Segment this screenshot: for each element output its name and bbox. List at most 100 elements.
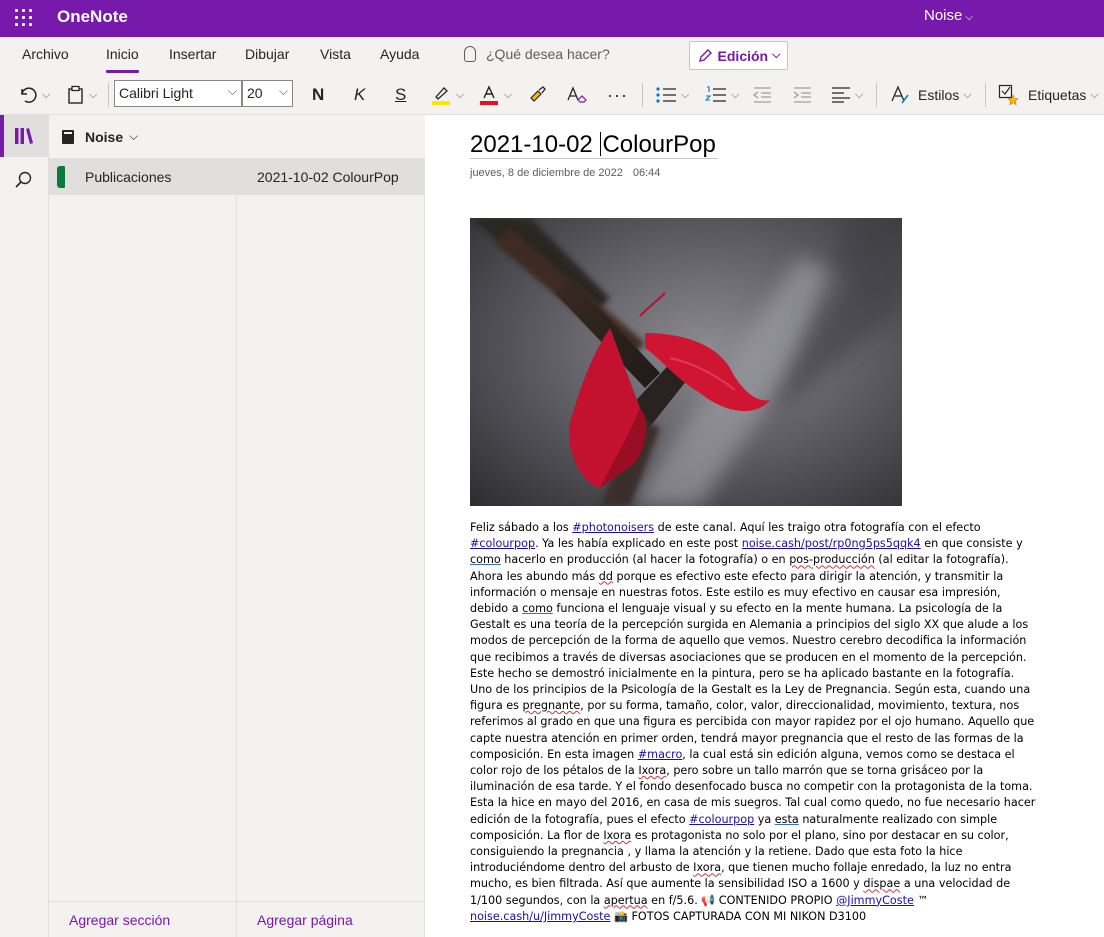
- body-text: en f/5.6. 📢 CONTENIDO PROPIO: [647, 893, 837, 907]
- misspelled-word: pregnante: [522, 699, 581, 713]
- paste-button[interactable]: ⌵: [67, 81, 97, 109]
- library-icon: [15, 128, 33, 144]
- pencil-icon: [698, 48, 712, 62]
- hashtag-link[interactable]: #macro: [638, 748, 682, 761]
- body-text: funciona el lenguaje visual y su efecto …: [470, 602, 1031, 713]
- app-header: OneNote Noise ⌵: [0, 0, 1104, 37]
- tab-insertar[interactable]: Insertar: [169, 46, 216, 62]
- chevron-down-icon: ⌵: [227, 84, 237, 98]
- numbering-button[interactable]: ⌵: [705, 81, 739, 109]
- chevron-down-icon: ⌵: [963, 88, 972, 101]
- notebooks-nav-button[interactable]: [0, 115, 48, 157]
- grammar-flagged-word: como: [470, 553, 501, 567]
- chevron-down-icon: ⌵: [129, 129, 139, 143]
- clear-formatting-button[interactable]: [566, 81, 588, 109]
- add-section-button[interactable]: Agregar sección: [49, 901, 237, 937]
- tab-dibujar[interactable]: Dibujar: [245, 46, 289, 62]
- tab-inicio[interactable]: Inicio: [106, 46, 139, 73]
- font-size-select[interactable]: 20 ⌵: [242, 80, 293, 107]
- app-launcher-icon[interactable]: [14, 8, 34, 28]
- align-icon: [832, 87, 850, 103]
- body-text: ya: [754, 812, 775, 826]
- misspelled-word: Ixora: [603, 828, 632, 842]
- chevron-down-icon: ⌵: [278, 84, 288, 98]
- profile-url-link[interactable]: noise.cash/u/JimmyCoste: [470, 910, 610, 923]
- underline-button[interactable]: S: [395, 81, 406, 109]
- alignment-button[interactable]: ⌵: [831, 81, 863, 109]
- misspelled-word: dd: [598, 569, 613, 583]
- tell-me-placeholder: ¿Qué desea hacer?: [486, 46, 610, 62]
- decrease-indent-button[interactable]: [752, 81, 772, 109]
- hashtag-link[interactable]: #colourpop: [470, 537, 535, 550]
- page-title-name: ColourPop: [602, 131, 716, 158]
- section-item[interactable]: Publicaciones: [49, 158, 237, 195]
- chevron-down-icon: ⌵: [1090, 88, 1099, 101]
- notebook-title: Noise: [85, 128, 124, 145]
- notebook-header[interactable]: Noise ⌵: [49, 115, 425, 158]
- page-body-text[interactable]: Feliz sábado a los #photonoisers de este…: [470, 520, 1036, 925]
- body-text: de este canal. Aquí les traigo otra foto…: [654, 521, 981, 534]
- hashtag-link[interactable]: #colourpop: [689, 813, 754, 826]
- bullet-list-icon: [656, 87, 676, 103]
- chevron-down-icon: ⌵: [89, 88, 98, 101]
- chevron-down-icon: ⌵: [855, 88, 864, 101]
- page-date: jueves, 8 de diciembre de 2022: [470, 167, 623, 179]
- outdent-icon: [752, 87, 771, 103]
- hashtag-link[interactable]: #photonoisers: [572, 521, 654, 534]
- page-time: 06:44: [632, 167, 661, 179]
- add-page-button[interactable]: Agregar página: [237, 901, 425, 937]
- editing-mode-button[interactable]: Edición ⌵: [689, 41, 788, 70]
- search-nav-button[interactable]: [0, 159, 48, 201]
- separator: [108, 83, 109, 107]
- increase-indent-button[interactable]: [792, 81, 812, 109]
- app-name[interactable]: OneNote: [57, 7, 128, 27]
- title-underline: [470, 158, 718, 159]
- notebook-switcher[interactable]: Noise ⌵: [924, 7, 973, 24]
- profile-link[interactable]: @JimmyCoste: [836, 894, 914, 907]
- bold-button[interactable]: N: [312, 81, 324, 109]
- ribbon-tabs: Archivo Inicio Insertar Dibujar Vista Ay…: [0, 37, 1104, 75]
- post-link[interactable]: noise.cash/post/rp0ng5ps5qqk4: [742, 537, 921, 550]
- tag-checkbox-icon: [998, 84, 1019, 106]
- pages-pane: 2021-10-02 ColourPop Agregar página: [237, 158, 425, 937]
- body-text: . Ya les había explicado en este post: [535, 537, 742, 551]
- italic-button[interactable]: K: [354, 81, 365, 109]
- font-name-select[interactable]: Calibri Light ⌵: [114, 80, 242, 107]
- misspelled-word: Ixora: [638, 764, 667, 778]
- notebook-icon: [62, 129, 74, 144]
- page-photo[interactable]: [470, 218, 902, 506]
- flower-photo-image: [470, 218, 902, 506]
- font-name-value: Calibri Light: [119, 85, 193, 101]
- font-color-button[interactable]: ⌵: [478, 81, 512, 109]
- chevron-down-icon: ⌵: [681, 88, 690, 101]
- misspelled-word: apertua: [603, 893, 648, 907]
- styles-label: Estilos: [918, 87, 960, 103]
- chevron-down-icon: ⌵: [731, 88, 740, 101]
- navigation-rail: [0, 115, 49, 937]
- format-painter-button[interactable]: [527, 81, 547, 109]
- separator: [642, 83, 643, 107]
- page-label: 2021-10-02 ColourPop: [257, 168, 399, 185]
- chevron-down-icon: ⌵: [965, 12, 973, 23]
- section-label: Publicaciones: [85, 168, 172, 185]
- more-formatting-button[interactable]: ···: [607, 81, 628, 109]
- bullets-button[interactable]: ⌵: [655, 81, 689, 109]
- font-color-icon: [480, 85, 498, 105]
- clear-format-icon: [567, 86, 587, 103]
- tell-me-search[interactable]: ¿Qué desea hacer?: [464, 46, 610, 62]
- misspelled-word: pos-producción: [789, 553, 875, 567]
- highlight-button[interactable]: ⌵: [430, 81, 464, 109]
- undo-button[interactable]: ⌵: [18, 81, 50, 109]
- tab-vista[interactable]: Vista: [320, 46, 351, 62]
- tab-archivo[interactable]: Archivo: [22, 46, 69, 62]
- styles-button[interactable]: Estilos ⌵: [890, 81, 972, 109]
- tab-ayuda[interactable]: Ayuda: [380, 46, 419, 62]
- page-canvas[interactable]: 2021-10-02 ColourPop jueves, 8 de diciem…: [426, 115, 1104, 937]
- body-text: Feliz sábado a los: [470, 521, 573, 534]
- page-title[interactable]: 2021-10-02 ColourPop: [470, 131, 716, 159]
- grammar-flagged-word: como: [522, 602, 553, 616]
- tags-button[interactable]: Etiquetas ⌵: [998, 81, 1099, 109]
- page-item[interactable]: 2021-10-02 ColourPop: [237, 158, 425, 195]
- chevron-down-icon: ⌵: [456, 88, 465, 101]
- separator: [985, 83, 986, 107]
